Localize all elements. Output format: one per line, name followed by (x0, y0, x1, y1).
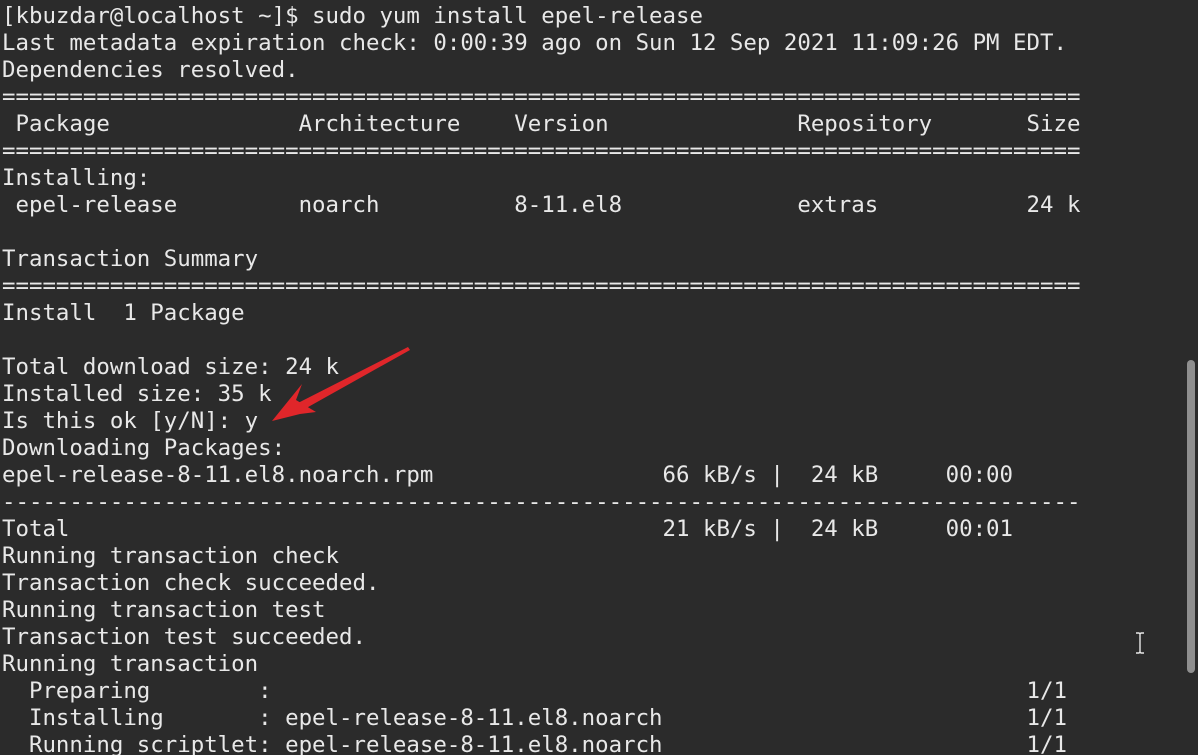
terminal-line: ========================================… (2, 84, 1081, 110)
terminal-line: Total download size: 24 k (2, 354, 340, 380)
terminal-line: Installed size: 35 k (2, 381, 272, 407)
terminal-line: Total 21 kB/s | 24 kB 00:01 (2, 516, 1014, 542)
terminal-line: Transaction check succeeded. (2, 570, 380, 596)
terminal-line: Running scriptlet: epel-release-8-11.el8… (2, 732, 1067, 755)
terminal-line: ----------------------------------------… (2, 489, 1081, 515)
ibeam-cursor-icon (1136, 632, 1144, 654)
terminal-line: ========================================… (2, 273, 1081, 299)
terminal-line: Is this ok [y/N]: y (2, 408, 259, 434)
terminal-line: Transaction Summary (2, 246, 259, 272)
terminal-line: Running transaction test (2, 597, 326, 623)
terminal-line: Preparing : 1/1 (2, 678, 1067, 704)
terminal-line: Running transaction check (2, 543, 340, 569)
terminal-line: ========================================… (2, 138, 1081, 164)
terminal-line: Install 1 Package (2, 300, 245, 326)
terminal-line: Running transaction (2, 651, 259, 677)
terminal-line: Installing: (2, 165, 151, 191)
terminal-line: Installing : epel-release-8-11.el8.noarc… (2, 705, 1067, 731)
scrollbar-thumb[interactable] (1187, 360, 1195, 673)
terminal-line: epel-release-8-11.el8.noarch.rpm 66 kB/s… (2, 462, 1014, 488)
scrollbar[interactable] (1184, 0, 1198, 755)
terminal-line: Transaction test succeeded. (2, 624, 366, 650)
terminal-line: epel-release noarch 8-11.el8 extras 24 k (2, 192, 1081, 218)
terminal-line: [kbuzdar@localhost ~]$ sudo yum install … (2, 3, 703, 29)
terminal-line: Last metadata expiration check: 0:00:39 … (2, 30, 1067, 56)
terminal-line: Package Architecture Version Repository … (2, 111, 1081, 137)
terminal-window[interactable]: [kbuzdar@localhost ~]$ sudo yum install … (0, 0, 1198, 755)
terminal-line: Downloading Packages: (2, 435, 286, 461)
terminal-line: Dependencies resolved. (2, 57, 299, 83)
terminal-output: [kbuzdar@localhost ~]$ sudo yum install … (2, 3, 1080, 755)
